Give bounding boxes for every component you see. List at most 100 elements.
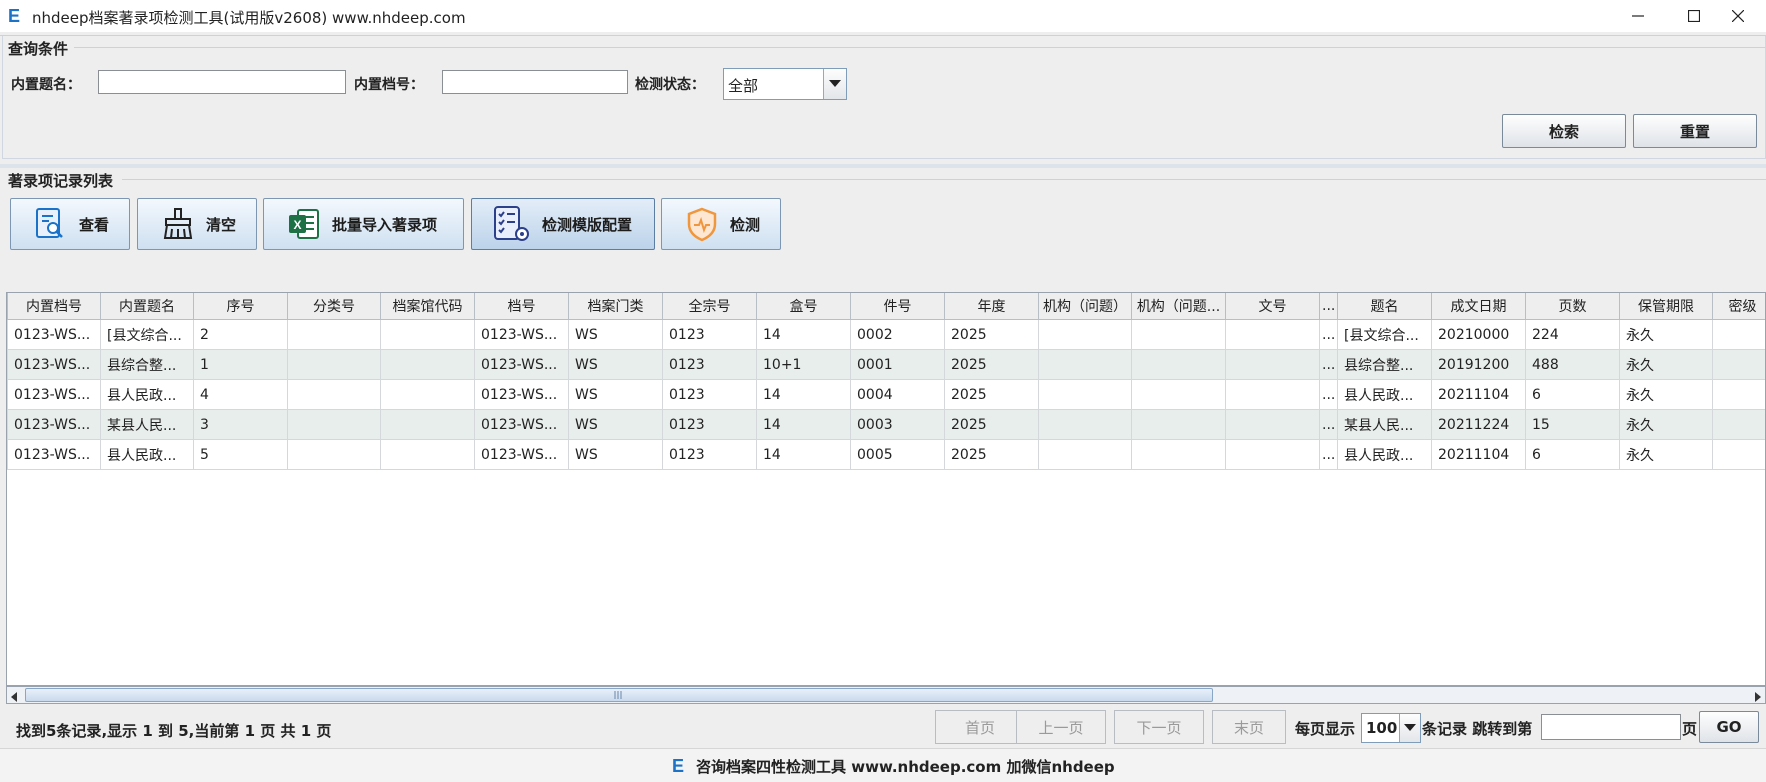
table-cell[interactable]: [县文综合... xyxy=(101,320,194,350)
column-header[interactable]: 内置题名 xyxy=(101,293,194,320)
table-cell[interactable]: ... xyxy=(1320,380,1338,410)
table-cell[interactable]: 0004 xyxy=(851,380,945,410)
table-cell[interactable] xyxy=(1039,440,1132,470)
table-cell[interactable]: 县人民政... xyxy=(101,440,194,470)
table-cell[interactable]: 某县人民... xyxy=(1338,410,1432,440)
column-header[interactable]: 年度 xyxy=(945,293,1039,320)
table-cell[interactable]: 县人民政... xyxy=(101,380,194,410)
table-cell[interactable] xyxy=(1132,350,1226,380)
table-cell[interactable]: 0123-WS... xyxy=(475,440,569,470)
column-header[interactable]: 机构（问题... xyxy=(1132,293,1226,320)
table-cell[interactable]: 0123-WS... xyxy=(8,320,101,350)
status-select[interactable]: 全部 xyxy=(723,68,847,100)
column-header[interactable]: 文号 xyxy=(1226,293,1320,320)
table-cell[interactable] xyxy=(288,320,381,350)
table-cell[interactable]: 20210000 xyxy=(1432,320,1526,350)
table-cell[interactable]: WS xyxy=(569,350,663,380)
table-cell[interactable]: 224 xyxy=(1526,320,1620,350)
table-cell[interactable] xyxy=(381,380,475,410)
table-cell[interactable] xyxy=(1226,410,1320,440)
table-cell[interactable]: WS xyxy=(569,380,663,410)
table-cell[interactable] xyxy=(1713,380,1766,410)
table-cell[interactable]: 20211224 xyxy=(1432,410,1526,440)
reset-button[interactable]: 重置 xyxy=(1633,114,1757,148)
column-header[interactable]: 件号 xyxy=(851,293,945,320)
table-cell[interactable]: 县人民政... xyxy=(1338,380,1432,410)
table-cell[interactable] xyxy=(288,350,381,380)
table-cell[interactable]: 3 xyxy=(194,410,288,440)
table-cell[interactable]: 6 xyxy=(1526,380,1620,410)
table-cell[interactable]: 5 xyxy=(194,440,288,470)
import-button[interactable]: X 批量导入著录项 xyxy=(263,198,464,250)
next-page-button[interactable]: 下一页 xyxy=(1114,710,1204,744)
splitter[interactable] xyxy=(0,164,1766,168)
table-cell[interactable] xyxy=(1132,320,1226,350)
table-cell[interactable]: 0123-WS... xyxy=(475,410,569,440)
table-cell[interactable] xyxy=(1039,410,1132,440)
table-cell[interactable]: 14 xyxy=(757,410,851,440)
column-header[interactable]: 页数 xyxy=(1526,293,1620,320)
table-cell[interactable]: 20211104 xyxy=(1432,440,1526,470)
search-button[interactable]: 检索 xyxy=(1502,114,1626,148)
column-header[interactable]: 保管期限 xyxy=(1620,293,1713,320)
table-cell[interactable]: WS xyxy=(569,410,663,440)
table-cell[interactable]: WS xyxy=(569,440,663,470)
table-cell[interactable]: 0123 xyxy=(663,320,757,350)
clear-button[interactable]: 清空 xyxy=(137,198,257,250)
go-button[interactable]: GO xyxy=(1699,711,1759,743)
scroll-left-icon[interactable] xyxy=(10,690,18,706)
column-header[interactable]: ... xyxy=(1320,293,1338,320)
scroll-right-icon[interactable] xyxy=(1754,690,1762,706)
table-cell[interactable] xyxy=(1713,350,1766,380)
table-cell[interactable] xyxy=(381,320,475,350)
table-cell[interactable]: 永久 xyxy=(1620,380,1713,410)
table-cell[interactable]: 0123-WS... xyxy=(475,350,569,380)
table-cell[interactable] xyxy=(1226,350,1320,380)
table-cell[interactable]: 0123 xyxy=(663,350,757,380)
table-cell[interactable]: 县综合整... xyxy=(101,350,194,380)
column-header[interactable]: 档号 xyxy=(475,293,569,320)
table-row[interactable]: 0123-WS...县综合整...10123-WS...WS012310+100… xyxy=(8,350,1766,380)
scrollbar-thumb[interactable] xyxy=(25,688,1213,702)
table-cell[interactable]: 6 xyxy=(1526,440,1620,470)
table-cell[interactable] xyxy=(1039,350,1132,380)
table-cell[interactable] xyxy=(381,410,475,440)
table-cell[interactable]: 14 xyxy=(757,380,851,410)
table-cell[interactable]: 永久 xyxy=(1620,410,1713,440)
table-cell[interactable]: ... xyxy=(1320,440,1338,470)
table-cell[interactable]: 0123-WS... xyxy=(475,320,569,350)
table-cell[interactable]: 14 xyxy=(757,440,851,470)
column-header[interactable]: 全宗号 xyxy=(663,293,757,320)
title-input[interactable] xyxy=(98,70,346,94)
table-cell[interactable]: 10+1 xyxy=(757,350,851,380)
jump-page-input[interactable] xyxy=(1541,714,1681,740)
chevron-down-icon[interactable] xyxy=(1399,714,1420,742)
horizontal-scrollbar[interactable] xyxy=(6,686,1766,704)
table-cell[interactable]: 0123-WS... xyxy=(8,440,101,470)
table-cell[interactable]: 0002 xyxy=(851,320,945,350)
table-cell[interactable] xyxy=(288,410,381,440)
table-cell[interactable]: 20211104 xyxy=(1432,380,1526,410)
table-cell[interactable]: 永久 xyxy=(1620,440,1713,470)
column-header[interactable]: 档案馆代码 xyxy=(381,293,475,320)
table-cell[interactable]: 0123-WS... xyxy=(8,350,101,380)
table-cell[interactable] xyxy=(288,380,381,410)
table-cell[interactable]: ... xyxy=(1320,320,1338,350)
table-cell[interactable] xyxy=(381,440,475,470)
per-page-select[interactable]: 100 xyxy=(1361,713,1421,743)
column-header[interactable]: 密级 xyxy=(1713,293,1766,320)
number-input[interactable] xyxy=(442,70,628,94)
table-cell[interactable]: 2025 xyxy=(945,410,1039,440)
table-cell[interactable]: 0123-WS... xyxy=(475,380,569,410)
table-row[interactable]: 0123-WS...县人民政...50123-WS...WS0123140005… xyxy=(8,440,1766,470)
table-cell[interactable]: 0003 xyxy=(851,410,945,440)
table-cell[interactable]: 0123 xyxy=(663,410,757,440)
table-cell[interactable]: 2025 xyxy=(945,380,1039,410)
table-row[interactable]: 0123-WS...[县文综合...20123-WS...WS012314000… xyxy=(8,320,1766,350)
table-cell[interactable] xyxy=(288,440,381,470)
column-header[interactable]: 内置档号 xyxy=(8,293,101,320)
table-cell[interactable]: 4 xyxy=(194,380,288,410)
table-cell[interactable]: 2025 xyxy=(945,350,1039,380)
table-cell[interactable]: WS xyxy=(569,320,663,350)
table-cell[interactable]: 县综合整... xyxy=(1338,350,1432,380)
